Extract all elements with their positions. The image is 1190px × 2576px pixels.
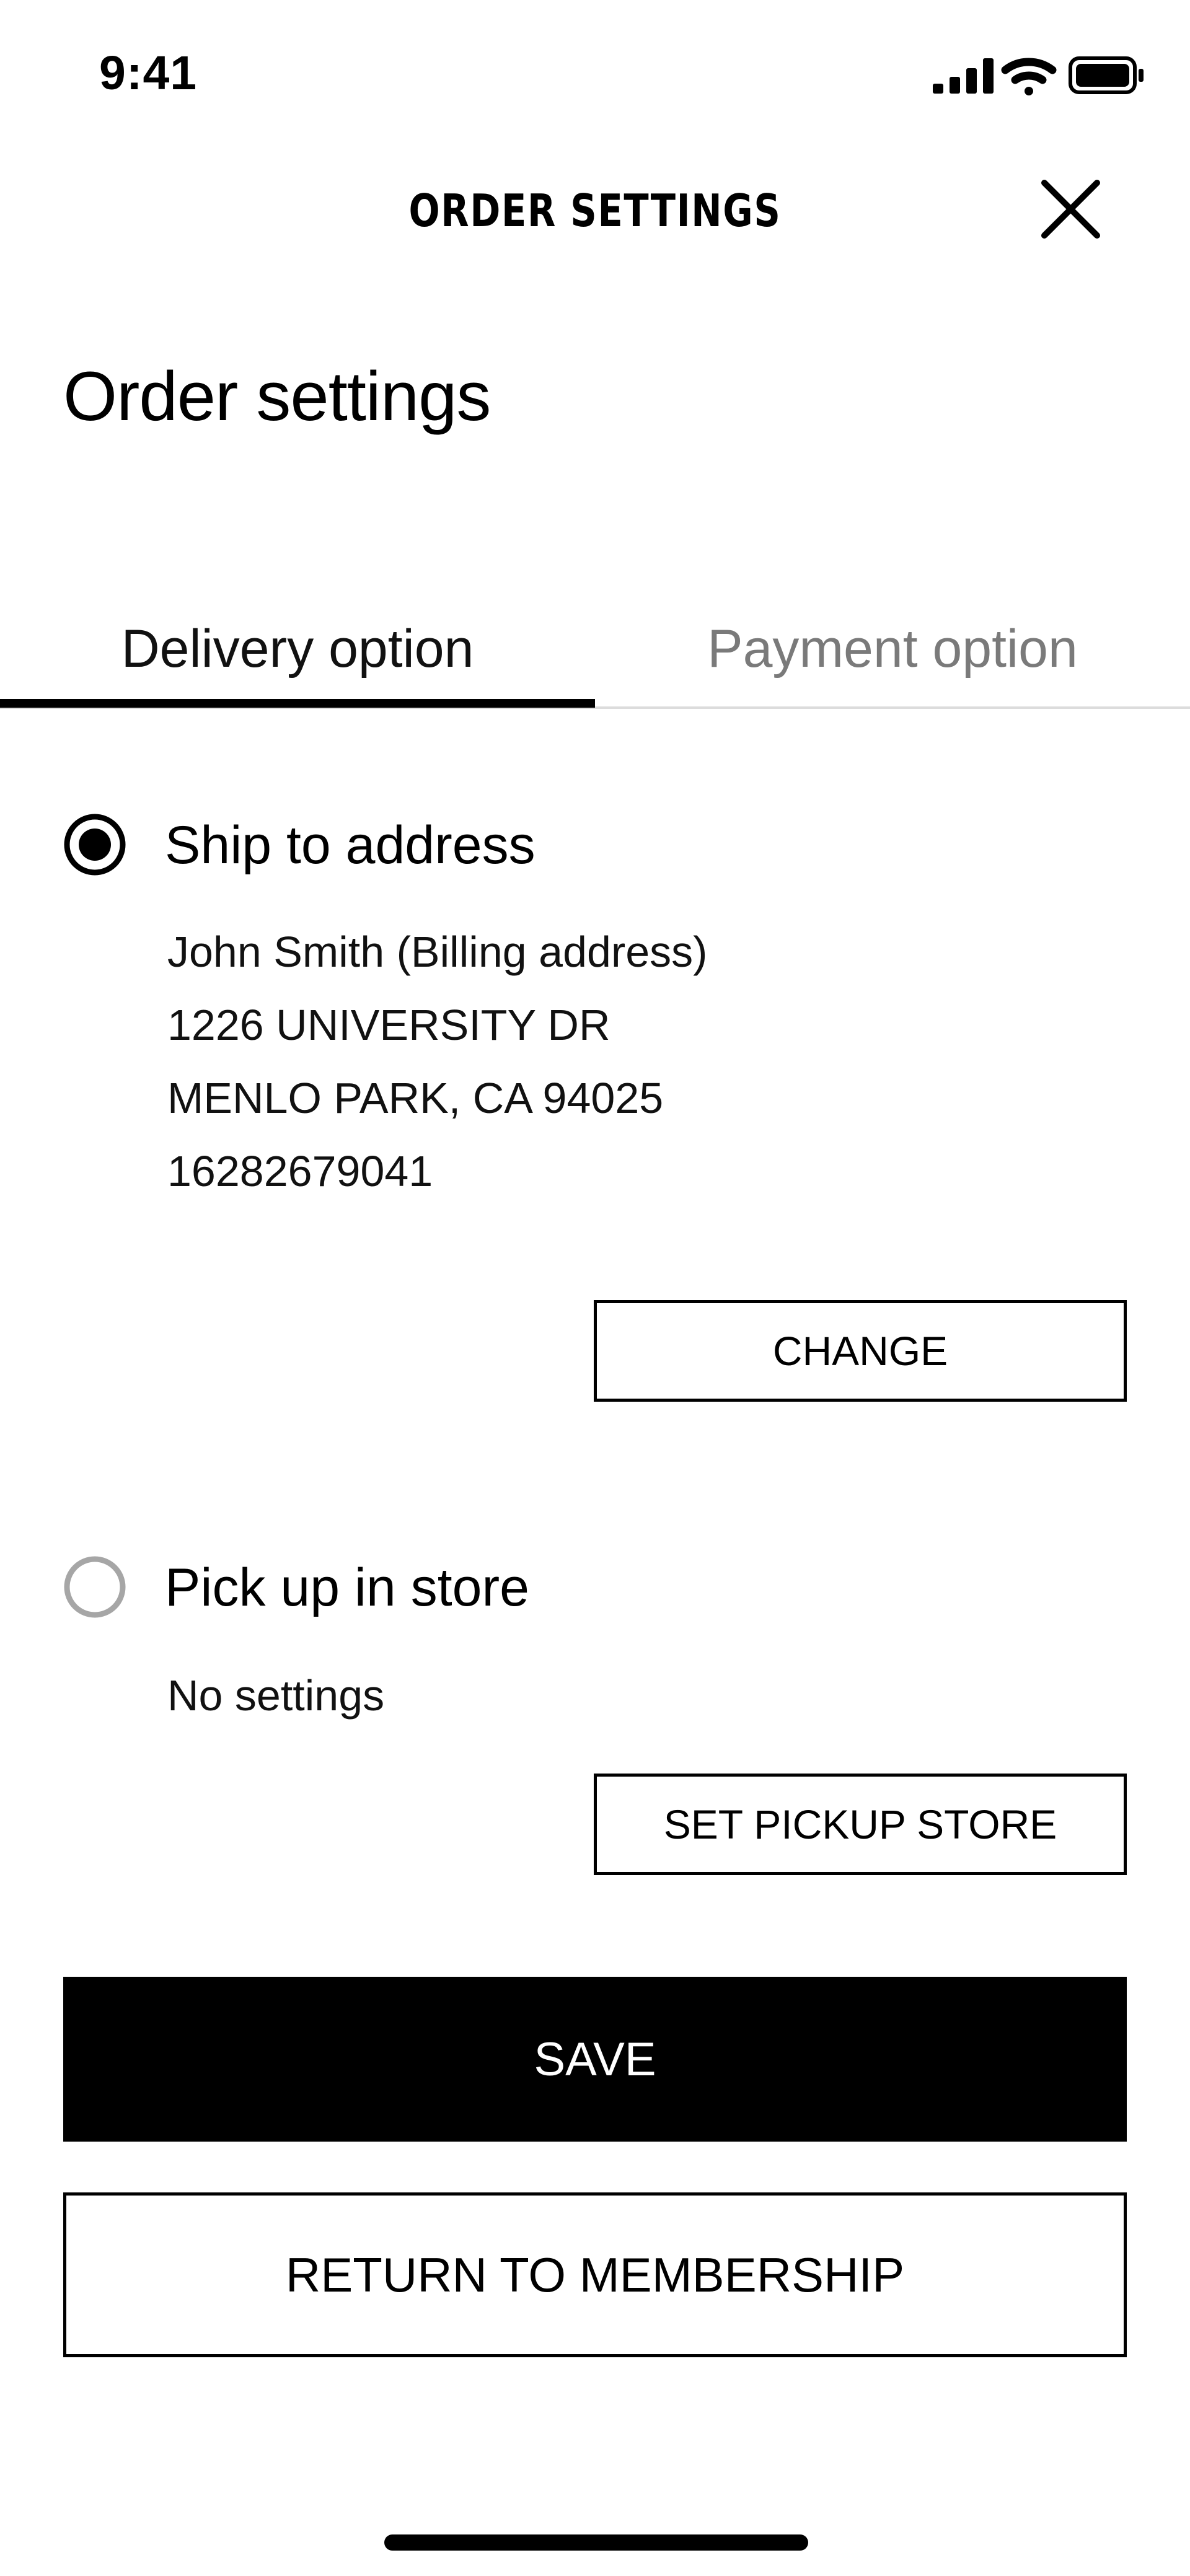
tab-active-indicator [0,699,595,708]
status-icons [933,56,1144,95]
page-title: Order settings [63,358,491,435]
close-icon [1041,180,1100,239]
change-address-button[interactable]: CHANGE [594,1300,1127,1402]
pick-up-in-store-radio[interactable] [63,1555,126,1619]
pick-up-in-store-label: Pick up in store [165,1558,529,1617]
ship-to-address-radio[interactable] [63,813,126,876]
cellular-signal-icon [933,58,994,94]
pickup-status: No settings [167,1671,385,1720]
address-line-phone: 16282679041 [167,1147,433,1195]
set-pickup-store-button-label: SET PICKUP STORE [663,1801,1057,1847]
return-to-membership-button-label: RETURN TO MEMBERSHIP [285,2247,905,2302]
save-button[interactable]: SAVE [63,1977,1127,2142]
radio-unselected-icon [64,1556,126,1618]
save-button-label: SAVE [534,2033,656,2086]
close-button[interactable] [1029,174,1109,248]
address-line-street: 1226 UNIVERSITY DR [167,1001,610,1049]
radio-selected-icon [64,814,126,876]
battery-icon [1069,56,1144,94]
address-line-name: John Smith (Billing address) [167,928,708,976]
ship-to-address-label: Ship to address [165,815,536,875]
set-pickup-store-button[interactable]: SET PICKUP STORE [594,1774,1127,1875]
wifi-icon [1001,58,1057,95]
home-indicator [384,2534,808,2551]
tab-payment-option[interactable]: Payment option [595,589,1190,709]
tab-payment-option-label: Payment option [707,619,1078,679]
tab-delivery-option[interactable]: Delivery option [0,589,595,709]
header-title: ORDER SETTINGS [408,185,782,237]
return-to-membership-button[interactable]: RETURN TO MEMBERSHIP [63,2192,1127,2357]
address-line-city: MENLO PARK, CA 94025 [167,1074,664,1122]
change-address-button-label: CHANGE [772,1328,948,1374]
tab-delivery-option-label: Delivery option [121,619,474,679]
